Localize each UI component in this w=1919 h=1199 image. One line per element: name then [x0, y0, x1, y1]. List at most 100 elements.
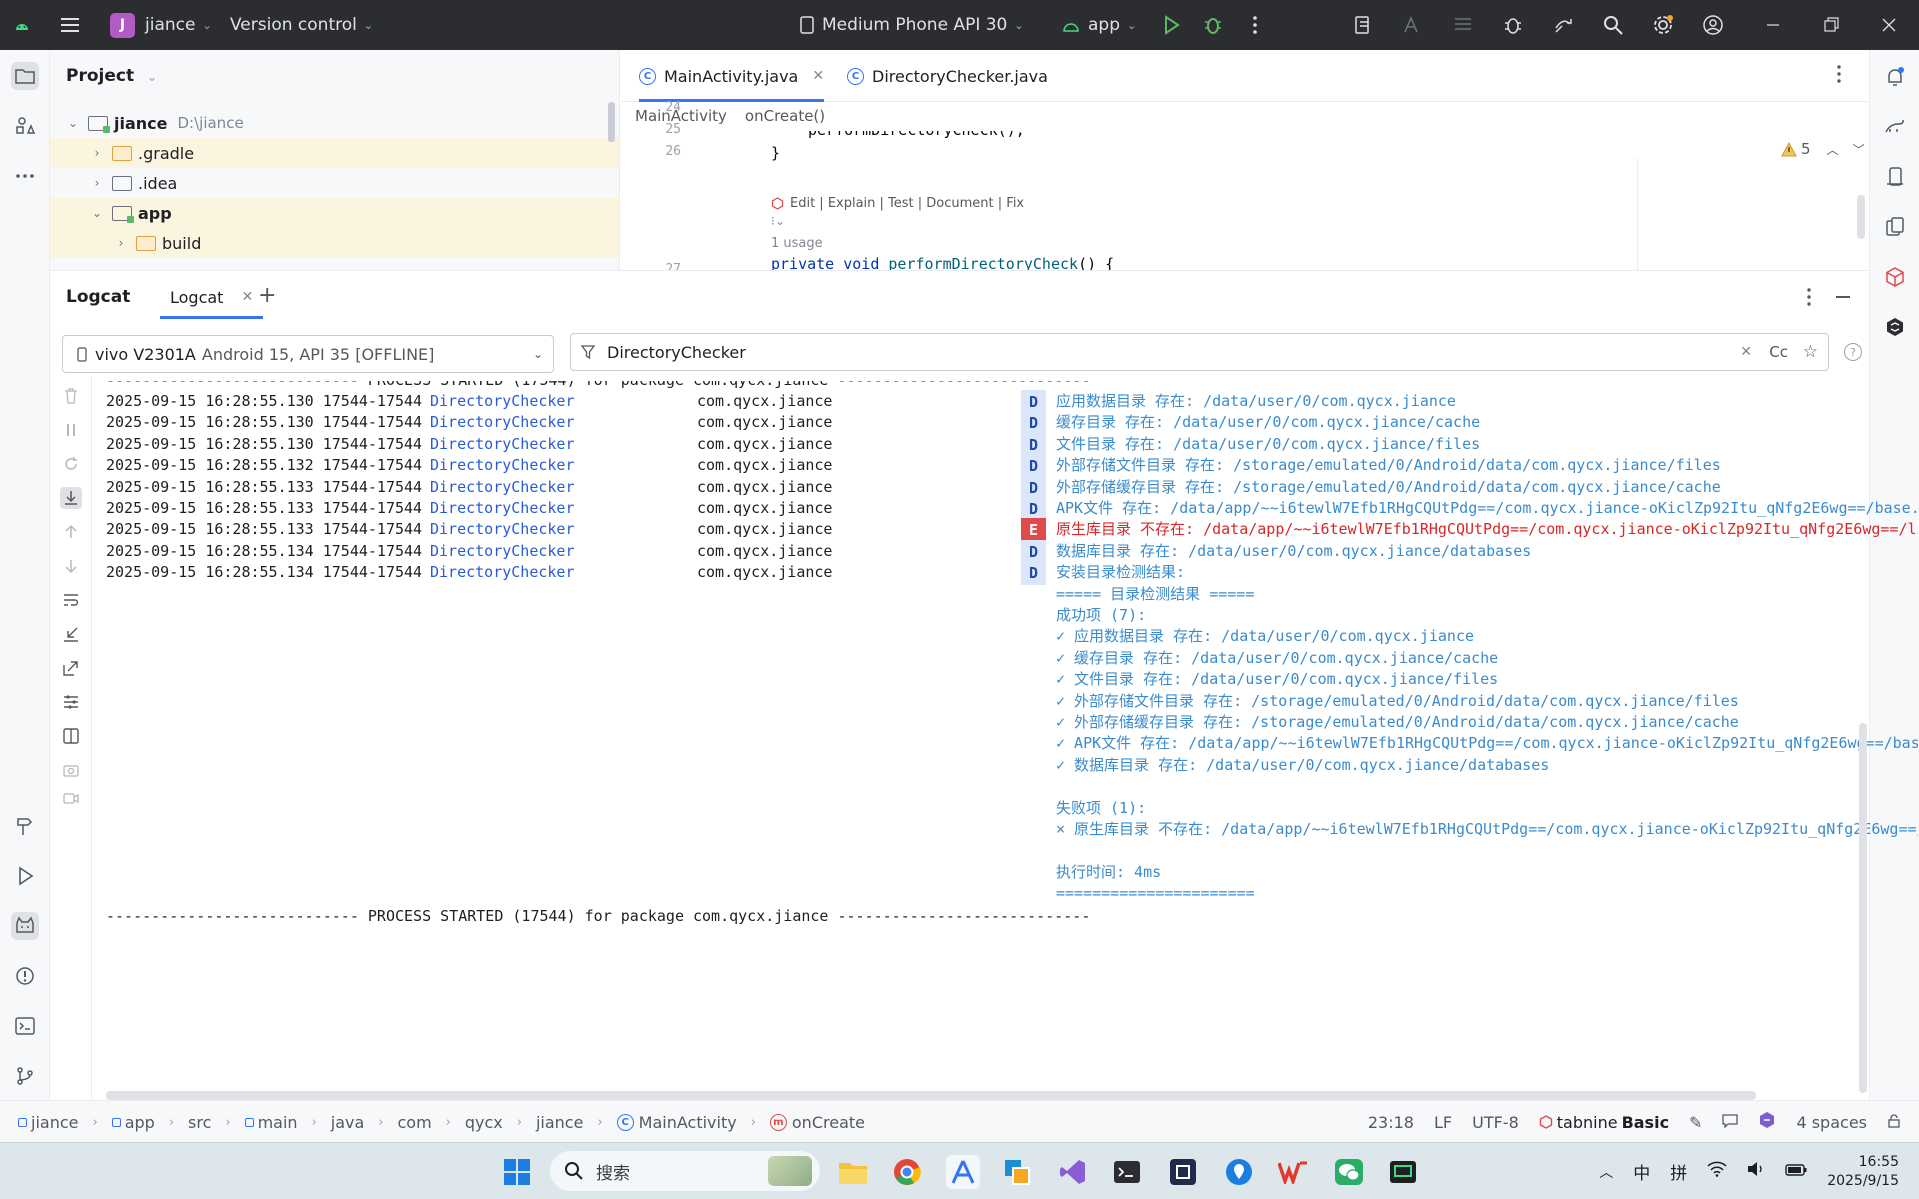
logcat-filter-input[interactable]: DirectoryChecker ✕ Cc ☆: [570, 333, 1829, 371]
close-tab-icon[interactable]: ✕: [241, 289, 253, 305]
log-continuation[interactable]: 成功项 (7):: [106, 604, 1906, 626]
chevron-down-icon[interactable]: ﹀: [1853, 141, 1865, 158]
line-separator[interactable]: LF: [1434, 1113, 1452, 1132]
device-manager-icon[interactable]: [1882, 164, 1908, 190]
clear-log-trash-icon[interactable]: [60, 385, 82, 407]
log-continuation[interactable]: 失败项 (1):: [106, 797, 1906, 819]
edit-pencil-icon[interactable]: ✎: [1689, 1113, 1702, 1132]
taskbar-search[interactable]: 搜索: [550, 1151, 820, 1191]
up-arrow-icon[interactable]: [60, 521, 82, 543]
hide-panel-icon[interactable]: [1836, 296, 1850, 298]
tree-item-gradle[interactable]: › .gradle: [50, 138, 619, 168]
soft-wrap-icon[interactable]: [60, 589, 82, 611]
chevron-up-icon[interactable]: ︿: [1599, 1162, 1613, 1182]
log-vertical-scrollbar[interactable]: [1859, 723, 1867, 1093]
inlay-options-icon[interactable]: ⁝⌄: [771, 214, 785, 228]
app-dark-icon[interactable]: [1166, 1155, 1200, 1189]
ai-inlay-actions[interactable]: Edit | Explain | Test | Document | Fix: [771, 196, 1024, 211]
tab-main-activity[interactable]: C MainActivity.java ✕: [639, 50, 825, 102]
clear-filter-icon[interactable]: ✕: [1740, 344, 1752, 360]
restore-window-icon[interactable]: [1818, 12, 1844, 38]
status-crumb[interactable]: com: [398, 1113, 432, 1132]
down-arrow-icon[interactable]: [60, 555, 82, 577]
translate-icon[interactable]: [1400, 12, 1426, 38]
editor-scrollbar[interactable]: [1857, 195, 1865, 239]
log-continuation[interactable]: ✓ 外部存储缓存目录 存在: /storage/emulated/0/Andro…: [106, 711, 1906, 733]
tabnine-icon[interactable]: [1882, 314, 1908, 340]
status-crumb[interactable]: jiance: [536, 1113, 583, 1132]
log-continuation[interactable]: ✓ 外部存储文件目录 存在: /storage/emulated/0/Andro…: [106, 690, 1906, 712]
log-entry[interactable]: 2025-09-15 16:28:55.132 17544-17544 Direc…: [106, 454, 1906, 479]
pause-icon[interactable]: [60, 419, 82, 441]
app-terminal-green-icon[interactable]: [1386, 1155, 1420, 1189]
log-entry[interactable]: 2025-09-15 16:28:55.133 17544-17544 Direc…: [106, 475, 1906, 500]
gemini-cube-icon[interactable]: [1882, 264, 1908, 290]
terminal-icon[interactable]: [11, 1012, 39, 1040]
problems-icon[interactable]: [11, 962, 39, 990]
more-tools-icon[interactable]: [11, 162, 39, 190]
log-continuation[interactable]: 执行时间: 4ms: [106, 861, 1906, 883]
log-continuation[interactable]: [106, 775, 1906, 797]
inspection-widget[interactable]: 5 ︿ ﹀: [1781, 140, 1865, 158]
logcat-output[interactable]: ---------------------------- PROCESS STA…: [106, 381, 1918, 1103]
terminal-app-icon[interactable]: [1110, 1155, 1144, 1189]
panel-options-icon[interactable]: [1806, 287, 1812, 311]
ime-pinyin[interactable]: 拼: [1670, 1159, 1687, 1184]
tree-item-app[interactable]: ⌄ app: [50, 198, 619, 228]
status-crumb[interactable]: app: [111, 1113, 155, 1132]
log-continuation[interactable]: ✓ 文件目录 存在: /data/user/0/com.qycx.jiance/…: [106, 668, 1906, 690]
attach-debugger-icon[interactable]: [1500, 12, 1526, 38]
run-config-selector[interactable]: app ⌄: [1062, 0, 1136, 50]
wifi-icon[interactable]: [1707, 1161, 1727, 1182]
collapse-icon[interactable]: [60, 623, 82, 645]
log-entry[interactable]: 2025-09-15 16:28:55.134 17544-17544 Direc…: [106, 539, 1906, 564]
status-crumb[interactable]: jiance: [18, 1113, 78, 1132]
visual-studio-icon[interactable]: [1056, 1155, 1090, 1189]
status-crumb[interactable]: qycx: [465, 1113, 503, 1132]
tabnine-status[interactable]: tabnine Basic: [1539, 1113, 1669, 1132]
close-tab-icon[interactable]: ✕: [812, 68, 824, 84]
windows-start-icon[interactable]: [500, 1155, 534, 1189]
git-branch-icon[interactable]: [11, 1062, 39, 1090]
log-entry[interactable]: 2025-09-15 16:28:55.133 17544-17544 Direc…: [106, 518, 1918, 543]
tree-item-build[interactable]: › build: [50, 228, 619, 258]
screen-record-icon[interactable]: [60, 787, 82, 809]
log-continuation[interactable]: ===== 目录检测结果 =====: [106, 583, 1906, 605]
log-entry[interactable]: 2025-09-15 16:28:55.130 17544-17544 Direc…: [106, 390, 1906, 414]
match-case-toggle[interactable]: Cc: [1769, 343, 1788, 361]
log-continuation[interactable]: [106, 839, 1906, 861]
add-tab-icon[interactable]: +: [258, 283, 276, 308]
notifications-bell-icon[interactable]: [1882, 64, 1908, 90]
favorite-star-icon[interactable]: ☆: [1803, 342, 1818, 362]
search-icon[interactable]: [1600, 12, 1626, 38]
volume-icon[interactable]: [1747, 1161, 1765, 1182]
log-continuation[interactable]: ✓ 应用数据目录 存在: /data/user/0/com.qycx.jianc…: [106, 625, 1906, 647]
log-entry[interactable]: 2025-09-15 16:28:55.133 17544-17544 Direc…: [106, 497, 1918, 521]
minimize-window-icon[interactable]: [1760, 12, 1786, 38]
file-encoding[interactable]: UTF-8: [1472, 1113, 1519, 1132]
tab-directory-checker[interactable]: C DirectoryChecker.java: [847, 50, 1048, 102]
device-dropdown[interactable]: vivo V2301A Android 15, API 35 [OFFLINE]…: [62, 335, 554, 373]
format-options-icon[interactable]: [60, 691, 82, 713]
chrome-icon[interactable]: [890, 1155, 924, 1189]
file-explorer-icon[interactable]: [836, 1155, 870, 1189]
log-entry[interactable]: 2025-09-15 16:28:55.130 17544-17544 Direc…: [106, 432, 1906, 457]
status-crumb[interactable]: C MainActivity: [616, 1113, 737, 1132]
status-crumb[interactable]: main: [244, 1113, 298, 1132]
maps-pin-icon[interactable]: [1222, 1155, 1256, 1189]
split-panels-icon[interactable]: [60, 725, 82, 747]
more-actions-icon[interactable]: [1242, 12, 1268, 38]
android-studio-icon[interactable]: [946, 1155, 980, 1189]
readonly-lock-icon[interactable]: [1887, 1113, 1901, 1132]
debug-icon[interactable]: [1200, 12, 1226, 38]
ime-mode[interactable]: 中: [1633, 1159, 1650, 1184]
export-icon[interactable]: [60, 657, 82, 679]
caret-position[interactable]: 23:18: [1368, 1113, 1414, 1132]
layout-inspector-icon[interactable]: [1450, 12, 1476, 38]
battery-icon[interactable]: [1785, 1162, 1807, 1182]
tree-item-idea[interactable]: › .idea: [50, 168, 619, 198]
help-icon[interactable]: ?: [1844, 343, 1862, 361]
project-switcher[interactable]: J jiance ⌄: [110, 0, 212, 50]
restart-icon[interactable]: [60, 453, 82, 475]
indent-setting[interactable]: 4 spaces: [1796, 1113, 1867, 1132]
